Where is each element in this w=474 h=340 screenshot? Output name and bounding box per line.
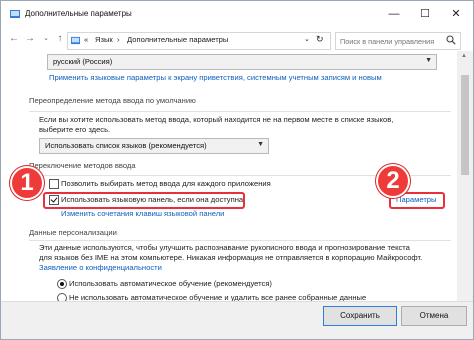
navigation-bar: ← → ⌄ ↑ « Язык › Дополнительные параметр… xyxy=(1,29,473,51)
per-app-input-checkbox[interactable] xyxy=(49,179,59,189)
refresh-icon[interactable]: ↻ xyxy=(316,34,324,45)
default-input-heading: Переопределение метода ввода по умолчани… xyxy=(29,96,196,105)
scrollbar-thumb[interactable] xyxy=(461,75,469,175)
language-bar-label: Использовать языковую панель, если она д… xyxy=(61,195,244,204)
control-panel-small-icon xyxy=(71,36,80,45)
default-input-select[interactable]: Использовать список языков (рекомендуетс… xyxy=(39,138,269,154)
hotkeys-link[interactable]: Изменить сочетания клавиш языковой панел… xyxy=(61,209,224,218)
control-panel-icon xyxy=(10,10,20,18)
language-bar-options-link[interactable]: Параметры xyxy=(396,195,436,204)
breadcrumb-separator: › xyxy=(117,35,120,44)
chevron-down-icon: ▼ xyxy=(257,141,264,148)
callout-badge-1: 1 xyxy=(12,168,42,198)
forward-arrow-icon[interactable]: → xyxy=(23,32,37,46)
search-input[interactable] xyxy=(340,34,450,48)
apply-settings-link[interactable]: Применить языковые параметры к экрану пр… xyxy=(49,73,382,82)
up-arrow-icon[interactable]: ↑ xyxy=(53,32,67,46)
title-bar: Дополнительные параметры — ☐ ✕ xyxy=(1,1,473,27)
back-arrow-icon[interactable]: ← xyxy=(7,32,21,46)
divider xyxy=(29,111,451,112)
privacy-statement-link[interactable]: Заявление о конфиденциальности xyxy=(39,263,162,272)
search-icon[interactable] xyxy=(446,35,456,45)
personal-data-heading: Данные персонализации xyxy=(29,228,117,237)
maximize-button[interactable]: ☐ xyxy=(410,1,440,27)
dropdown-chevron-icon[interactable]: ⌄ xyxy=(304,35,310,43)
personal-data-text-2: для языков без IME на этом компьютере. Н… xyxy=(39,253,423,262)
language-select-value: русский (Россия) xyxy=(53,57,113,66)
divider xyxy=(29,240,451,241)
default-input-text-1: Если вы хотите использовать метод ввода,… xyxy=(39,115,394,124)
breadcrumb-prefix: « xyxy=(84,35,89,44)
breadcrumb-language[interactable]: Язык xyxy=(95,35,113,44)
callout-badge-2: 2 xyxy=(378,166,408,196)
default-input-select-value: Использовать список языков (рекомендуетс… xyxy=(45,141,207,150)
chevron-down-icon: ▼ xyxy=(425,57,432,64)
cancel-button[interactable]: Отмена xyxy=(401,306,467,326)
window-title: Дополнительные параметры xyxy=(25,9,132,18)
search-box[interactable] xyxy=(335,32,461,50)
language-bar-checkbox[interactable] xyxy=(49,195,59,205)
switching-heading: Переключение методов ввода xyxy=(29,161,136,170)
language-select[interactable]: русский (Россия) ▼ xyxy=(47,54,437,70)
save-button[interactable]: Сохранить xyxy=(323,306,397,326)
scroll-up-icon[interactable]: ▲ xyxy=(461,53,467,59)
vertical-scrollbar[interactable]: ▲ xyxy=(457,51,473,301)
auto-learning-label: Использовать автоматическое обучение (ре… xyxy=(69,279,272,288)
recent-chevron-icon[interactable]: ⌄ xyxy=(39,32,53,46)
address-box[interactable]: « Язык › Дополнительные параметры ⌄ ↻ xyxy=(67,32,331,50)
per-app-input-label: Позволить выбирать метод ввода для каждо… xyxy=(61,179,271,188)
dialog-footer: Сохранить Отмена xyxy=(1,301,473,339)
auto-learning-radio[interactable] xyxy=(57,279,67,289)
personal-data-text-1: Эти данные используются, чтобы улучшить … xyxy=(39,243,410,252)
breadcrumb-advanced[interactable]: Дополнительные параметры xyxy=(127,35,228,44)
default-input-text-2: выберите его здесь. xyxy=(39,125,111,134)
close-button[interactable]: ✕ xyxy=(441,1,471,27)
minimize-button[interactable]: — xyxy=(379,1,409,27)
